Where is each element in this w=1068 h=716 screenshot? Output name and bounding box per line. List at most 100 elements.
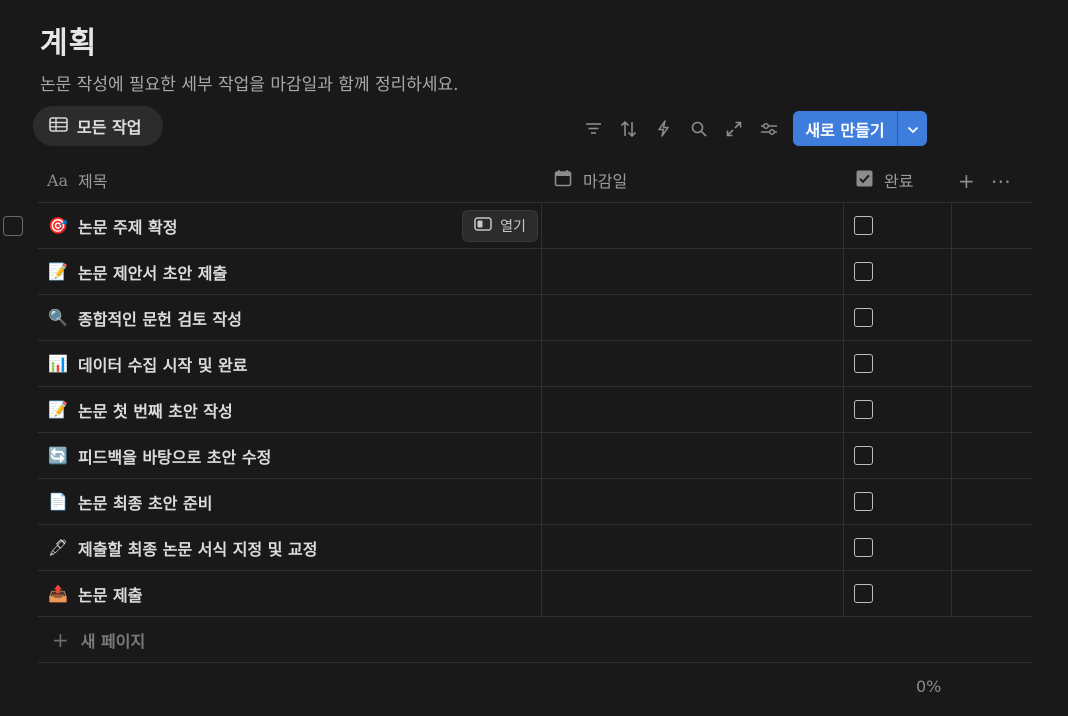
table-header: Aa 제목 마감일 완료 + ⋯ (38, 158, 1033, 203)
row-title[interactable]: 제출할 최종 논문 서식 지정 및 교정 (78, 536, 318, 560)
row-title-cell: 🔍 종합적인 문헌 검토 작성 (38, 295, 542, 340)
row-title-cell: 📄 논문 최종 초안 준비 (38, 479, 542, 524)
row-title-cell: 📝 논문 제안서 초안 제출 (38, 249, 542, 294)
more-options-icon[interactable]: ⋯ (991, 169, 1011, 193)
row-title[interactable]: 논문 제안서 초안 제출 (78, 260, 227, 284)
empty-cell (952, 295, 1033, 340)
new-button: 새로 만들기 (793, 111, 927, 146)
document-icon: 📄 (48, 492, 68, 511)
magnifier-icon: 🔍 (48, 308, 68, 327)
due-date-cell[interactable] (542, 203, 844, 248)
due-date-cell[interactable] (542, 387, 844, 432)
column-header-done[interactable]: 완료 (844, 158, 952, 202)
empty-cell (952, 525, 1033, 570)
done-cell (844, 479, 952, 524)
empty-cell (952, 203, 1033, 248)
done-cell (844, 525, 952, 570)
due-date-cell[interactable] (542, 249, 844, 294)
sort-icon[interactable] (611, 111, 646, 146)
done-cell (844, 203, 952, 248)
memo-icon: 📝 (48, 400, 68, 419)
new-button-dropdown[interactable] (897, 111, 927, 146)
view-tab-all-tasks[interactable]: 모든 작업 (33, 106, 163, 146)
table-row[interactable]: 📊 데이터 수집 시작 및 완료 (38, 341, 1033, 387)
task-table: Aa 제목 마감일 완료 + ⋯ 🎯 논문 주제 확정 열기 📝 논문 제안서 … (38, 158, 1033, 663)
header-actions: + ⋯ (958, 158, 1011, 203)
table-row[interactable]: 📄 논문 최종 초안 준비 (38, 479, 1033, 525)
row-title[interactable]: 논문 제출 (78, 582, 142, 606)
empty-cell (952, 571, 1033, 616)
done-cell (844, 571, 952, 616)
search-icon[interactable] (681, 111, 716, 146)
due-date-cell[interactable] (542, 295, 844, 340)
text-property-icon: Aa (47, 170, 69, 190)
done-checkbox[interactable] (854, 492, 873, 511)
table-row[interactable]: 🔍 종합적인 문헌 검토 작성 (38, 295, 1033, 341)
new-page-label: 새 페이지 (80, 631, 146, 651)
row-title[interactable]: 논문 첫 번째 초안 작성 (78, 398, 233, 422)
bar-chart-icon: 📊 (48, 354, 68, 373)
column-label: 완료 (884, 172, 914, 191)
row-title[interactable]: 피드백을 바탕으로 초안 수정 (78, 444, 271, 468)
done-checkbox[interactable] (854, 538, 873, 557)
expand-icon[interactable] (716, 111, 751, 146)
chevron-down-icon (907, 119, 919, 138)
due-date-cell[interactable] (542, 341, 844, 386)
empty-cell (952, 341, 1033, 386)
column-label: 마감일 (583, 172, 628, 191)
row-title[interactable]: 논문 최종 초안 준비 (78, 490, 212, 514)
checkbox-icon (856, 170, 873, 191)
open-button-label: 열기 (500, 219, 526, 235)
done-cell (844, 249, 952, 294)
refresh-icon: 🔄 (48, 446, 68, 465)
row-title-cell: 📤 논문 제출 (38, 571, 542, 616)
due-date-cell[interactable] (542, 571, 844, 616)
view-tab-label: 모든 작업 (77, 118, 142, 137)
outbox-icon: 📤 (48, 584, 68, 603)
new-page-button[interactable]: + 새 페이지 (38, 617, 1033, 663)
row-title-cell: 📝 논문 첫 번째 초안 작성 (38, 387, 542, 432)
page-title: 계획 (40, 26, 98, 61)
table-row[interactable]: 🔄 피드백을 바탕으로 초안 수정 (38, 433, 1033, 479)
row-title[interactable]: 종합적인 문헌 검토 작성 (78, 306, 242, 330)
memo-icon: 📝 (48, 262, 68, 281)
row-select-checkbox[interactable] (3, 216, 23, 236)
done-checkbox[interactable] (854, 308, 873, 327)
done-cell (844, 295, 952, 340)
row-title-cell: 📊 데이터 수집 시작 및 완료 (38, 341, 542, 386)
plus-icon: + (52, 627, 69, 652)
due-date-cell[interactable] (542, 525, 844, 570)
row-title[interactable]: 데이터 수집 시작 및 완료 (78, 352, 247, 376)
table-row[interactable]: 🖋 제출할 최종 논문 서식 지정 및 교정 (38, 525, 1033, 571)
done-cell (844, 341, 952, 386)
table-row[interactable]: 📤 논문 제출 (38, 571, 1033, 617)
done-checkbox[interactable] (854, 216, 873, 235)
column-header-title[interactable]: Aa 제목 (38, 158, 542, 202)
table-row[interactable]: 📝 논문 첫 번째 초안 작성 (38, 387, 1033, 433)
completion-summary[interactable]: 0% (916, 677, 941, 696)
new-button-main[interactable]: 새로 만들기 (793, 111, 897, 146)
open-button[interactable]: 열기 (462, 210, 538, 242)
row-title[interactable]: 논문 주제 확정 (78, 214, 177, 238)
lightning-icon[interactable] (646, 111, 681, 146)
done-checkbox[interactable] (854, 262, 873, 281)
done-checkbox[interactable] (854, 354, 873, 373)
row-title-cell: 🖋 제출할 최종 논문 서식 지정 및 교정 (38, 525, 542, 570)
filter-icon[interactable] (576, 111, 611, 146)
empty-cell (952, 479, 1033, 524)
add-property-icon[interactable]: + (958, 169, 975, 193)
settings-sliders-icon[interactable] (751, 111, 786, 146)
page-description: 논문 작성에 필요한 세부 작업을 마감일과 함께 정리하세요. (40, 75, 459, 95)
done-cell (844, 433, 952, 478)
table-row[interactable]: 📝 논문 제안서 초안 제출 (38, 249, 1033, 295)
done-checkbox[interactable] (854, 446, 873, 465)
database-toolbar: 새로 만들기 (576, 111, 927, 146)
column-header-due-date[interactable]: 마감일 (542, 158, 844, 202)
done-checkbox[interactable] (854, 400, 873, 419)
row-title-cell: 🔄 피드백을 바탕으로 초안 수정 (38, 433, 542, 478)
side-peek-icon (474, 217, 492, 235)
due-date-cell[interactable] (542, 433, 844, 478)
done-checkbox[interactable] (854, 584, 873, 603)
due-date-cell[interactable] (542, 479, 844, 524)
table-row[interactable]: 🎯 논문 주제 확정 열기 (38, 203, 1033, 249)
